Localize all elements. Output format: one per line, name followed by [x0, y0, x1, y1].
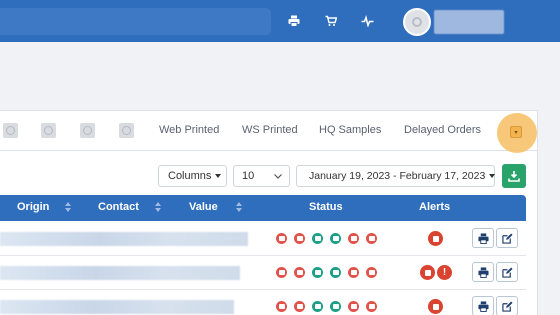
print-icon: [477, 300, 489, 312]
redacted-cells: [0, 232, 248, 246]
download-icon: [508, 171, 520, 182]
team-status-icon[interactable]: [312, 233, 323, 244]
stop-alert-icon[interactable]: [428, 299, 443, 314]
page-size-value: 10: [242, 170, 255, 182]
print-button[interactable]: [472, 228, 494, 248]
truck-status-icon[interactable]: [366, 301, 377, 312]
video-status-icon[interactable]: [294, 301, 305, 312]
truck-status-icon[interactable]: [366, 233, 377, 244]
edit-button[interactable]: [496, 262, 518, 282]
header-status: Status: [309, 201, 343, 213]
table-row[interactable]: [0, 222, 526, 256]
redacted-cells: [0, 266, 240, 280]
search-input[interactable]: [0, 8, 271, 35]
edit-icon: [501, 232, 513, 244]
edit-icon: [501, 266, 513, 278]
edit-button[interactable]: [496, 296, 518, 315]
package-status-icon[interactable]: [348, 267, 359, 278]
tab-icon-placeholder[interactable]: [119, 123, 134, 138]
header-contact[interactable]: Contact: [98, 201, 139, 213]
table-row[interactable]: [0, 290, 526, 315]
pulse-icon[interactable]: [357, 11, 377, 31]
chevron-down-icon[interactable]: ▾: [510, 126, 522, 138]
print-button[interactable]: [472, 262, 494, 282]
print-button[interactable]: [472, 296, 494, 315]
video-status-icon[interactable]: [294, 233, 305, 244]
tab-ws-printed[interactable]: WS Printed: [242, 124, 298, 136]
columns-label: Columns: [168, 170, 212, 182]
download-button[interactable]: [502, 164, 526, 188]
sort-icon[interactable]: [236, 202, 242, 214]
tab-icon-placeholder[interactable]: [80, 123, 95, 138]
date-range-value: January 19, 2023 - February 17, 2023: [309, 170, 486, 182]
orders-card: Web Printed WS Printed HQ Samples Delaye…: [0, 110, 538, 315]
cart-icon[interactable]: [321, 11, 341, 31]
date-range-picker[interactable]: January 19, 2023 - February 17, 2023: [296, 165, 496, 187]
tab-icon-placeholder[interactable]: [41, 123, 56, 138]
tab-delayed-orders[interactable]: Delayed Orders: [404, 124, 481, 136]
print-icon: [477, 232, 489, 244]
sort-icon[interactable]: [155, 202, 161, 214]
edit-button[interactable]: [496, 228, 518, 248]
header-value[interactable]: Value: [189, 201, 218, 213]
chevron-down-icon: [274, 174, 282, 179]
print-status-icon[interactable]: [330, 267, 341, 278]
user-avatar[interactable]: [403, 8, 431, 36]
stop-alert-icon[interactable]: [428, 231, 443, 246]
print-icon[interactable]: [284, 11, 304, 31]
print-status-icon[interactable]: [330, 301, 341, 312]
table-row[interactable]: !: [0, 256, 526, 290]
table-header: Origin Contact Value Status Alerts: [0, 195, 526, 221]
tab-icon-placeholder[interactable]: [3, 123, 18, 138]
header-alerts: Alerts: [419, 201, 451, 213]
package-status-icon[interactable]: [348, 233, 359, 244]
tab-hq-samples[interactable]: HQ Samples: [319, 124, 381, 136]
page-size-select[interactable]: 10: [233, 165, 290, 187]
caret-down-icon: [215, 174, 222, 178]
team-status-icon[interactable]: [312, 267, 323, 278]
sort-icon[interactable]: [65, 202, 71, 214]
tab-web-printed[interactable]: Web Printed: [159, 124, 219, 136]
truck-status-icon[interactable]: [366, 267, 377, 278]
team-status-icon[interactable]: [312, 301, 323, 312]
print-status-icon[interactable]: [330, 233, 341, 244]
header-origin[interactable]: Origin: [17, 201, 49, 213]
card-status-icon[interactable]: [276, 267, 287, 278]
edit-icon: [501, 300, 513, 312]
package-status-icon[interactable]: [348, 301, 359, 312]
user-name-redacted[interactable]: [434, 10, 504, 34]
print-icon: [477, 266, 489, 278]
top-navbar: [0, 0, 560, 42]
exclamation-alert-icon[interactable]: !: [437, 265, 452, 280]
card-status-icon[interactable]: [276, 301, 287, 312]
video-status-icon[interactable]: [294, 267, 305, 278]
redacted-cells: [0, 300, 234, 314]
columns-button[interactable]: Columns: [158, 165, 227, 187]
order-tabs: Web Printed WS Printed HQ Samples Delaye…: [0, 111, 538, 153]
card-status-icon[interactable]: [276, 233, 287, 244]
caret-down-icon: [489, 174, 496, 178]
stop-alert-icon[interactable]: [420, 265, 435, 280]
